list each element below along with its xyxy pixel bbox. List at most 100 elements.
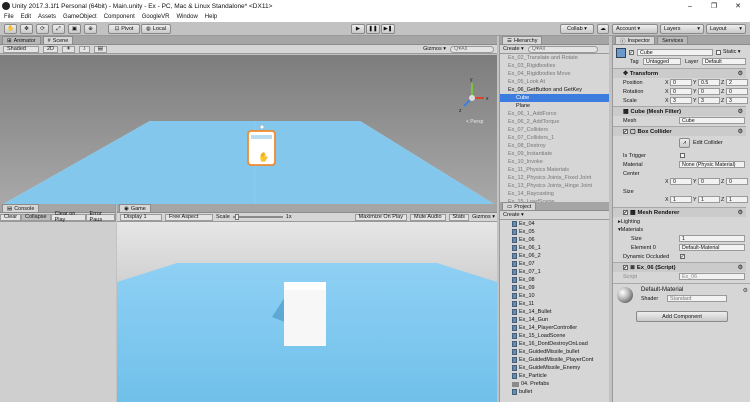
tab-project[interactable]: ▭ Project — [502, 202, 537, 210]
hierarchy-item[interactable]: Cube — [500, 94, 609, 102]
layer-dropdown[interactable]: Default — [702, 58, 746, 65]
rotation-z-field[interactable]: 0 — [726, 88, 748, 95]
cloud-button[interactable]: ☁ — [597, 24, 609, 34]
static-dropdown[interactable]: Static ▾ — [723, 49, 740, 55]
layers-dropdown[interactable]: Layers ▾ — [660, 24, 704, 34]
gear-icon[interactable]: ⚙ — [738, 128, 743, 135]
scale-slider[interactable] — [232, 214, 283, 220]
mute-audio-toggle[interactable]: Mute Audio — [409, 213, 446, 221]
rect-tool-button[interactable]: ▣ — [68, 24, 81, 34]
position-x-field[interactable]: 0 — [670, 79, 692, 86]
lighting-toggle[interactable]: ☀ — [62, 45, 75, 53]
project-asset-item[interactable]: Ex_07 — [512, 260, 609, 268]
project-asset-item[interactable]: Ex_09 — [512, 284, 609, 292]
hierarchy-item[interactable]: Ex_09_Instantiate — [500, 150, 609, 158]
tab-console[interactable]: ▤ Console — [2, 204, 40, 212]
gear-icon[interactable]: ⚙ — [738, 108, 743, 115]
hierarchy-item[interactable]: Ex_13_Physics Joints_Hinge Joint — [500, 182, 609, 190]
step-button[interactable]: ▶❚ — [381, 24, 395, 34]
scale-z-field[interactable]: 3 — [726, 97, 748, 104]
project-asset-item[interactable]: Ex_GuideMissile_Enemy — [512, 364, 609, 372]
transform-tool-button[interactable]: ⊕ — [84, 24, 97, 34]
rotate-tool-button[interactable]: ⟳ — [36, 24, 49, 34]
shader-dropdown[interactable]: Standard — [667, 295, 727, 302]
active-checkbox[interactable]: ✓ — [629, 50, 634, 56]
menu-component[interactable]: Component — [104, 14, 135, 20]
rotation-x-field[interactable]: 0 — [670, 88, 692, 95]
aspect-dropdown[interactable]: Free Aspect — [165, 213, 213, 221]
static-checkbox[interactable] — [716, 50, 721, 55]
gear-icon[interactable]: ⚙ — [738, 264, 743, 271]
hierarchy-item[interactable]: Ex_06_2_AddTorque — [500, 118, 609, 126]
edit-collider-button[interactable]: ⩘ — [679, 138, 690, 148]
pivot-toggle[interactable]: ⊡ Pivot — [108, 24, 140, 34]
project-asset-item[interactable]: Ex_14_Bullet — [512, 308, 609, 316]
game-gizmos-dropdown[interactable]: Gizmos ▾ — [472, 214, 495, 220]
effects-toggle[interactable]: ▤ — [93, 45, 107, 53]
console-error-pause-toggle[interactable]: Error Paus — [85, 211, 115, 223]
hierarchy-search-input[interactable]: Q▾All — [527, 45, 598, 53]
gear-icon[interactable]: ⚙ — [738, 70, 743, 77]
is-trigger-checkbox[interactable] — [680, 153, 685, 158]
console-collapse-toggle[interactable]: Collapse — [21, 213, 51, 221]
console-clear-button[interactable]: Clear — [0, 213, 22, 221]
display-dropdown[interactable]: Display 1 — [120, 213, 162, 221]
mesh-renderer-component-header[interactable]: ✓ ▩ Mesh Renderer ⚙ — [613, 207, 746, 217]
gear-icon[interactable]: ⚙ — [743, 287, 748, 294]
project-asset-item[interactable]: Ex_06_2 — [512, 252, 609, 260]
menu-gameobject[interactable]: GameObject — [63, 14, 97, 20]
script-component-header[interactable]: ✓ ≣ Ex_06 (Script) ⚙ — [613, 262, 746, 272]
menu-googlevr[interactable]: GoogleVR — [142, 14, 170, 20]
hierarchy-item[interactable]: Ex_11_Physics Materials — [500, 166, 609, 174]
tab-hierarchy[interactable]: ☰ Hierarchy — [502, 36, 543, 44]
hierarchy-item[interactable]: Ex_07_Colliders — [500, 126, 609, 134]
hierarchy-item[interactable]: Ex_14_Raycasting — [500, 190, 609, 198]
project-asset-item[interactable]: Ex_16_DontDestroyOnLoad — [512, 340, 609, 348]
console-log-area[interactable] — [0, 222, 116, 402]
size-z-field[interactable]: 1 — [726, 196, 748, 203]
hierarchy-item[interactable]: Ex_06_1_AddForce — [500, 110, 609, 118]
account-dropdown[interactable]: Account ▾ — [612, 24, 658, 34]
menu-assets[interactable]: Assets — [38, 14, 56, 20]
mesh-filter-component-header[interactable]: ▦ Cube (Mesh Filter) ⚙ — [613, 106, 746, 116]
mesh-renderer-enabled-checkbox[interactable]: ✓ — [623, 210, 628, 216]
scene-gizmos-dropdown[interactable]: Gizmos ▾ — [423, 46, 446, 52]
size-x-field[interactable]: 1 — [670, 196, 692, 203]
2d-toggle[interactable]: 2D — [43, 45, 59, 53]
hierarchy-item[interactable]: Ex_02_Translate and Rotate — [500, 54, 609, 62]
hierarchy-item[interactable]: Ex_08_Destroy — [500, 142, 609, 150]
position-y-field[interactable]: 0.5 — [698, 79, 720, 86]
project-asset-item[interactable]: Ex_06_1 — [512, 244, 609, 252]
project-asset-item[interactable]: Ex_07_1 — [512, 268, 609, 276]
hierarchy-item[interactable]: Ex_03_Rigidbodies — [500, 62, 609, 70]
project-asset-item[interactable]: Ex_08 — [512, 276, 609, 284]
hierarchy-item[interactable]: Ex_12_Physics Joints_Fixed Joint — [500, 174, 609, 182]
shading-mode-dropdown[interactable]: Shaded — [3, 45, 39, 53]
script-enabled-checkbox[interactable]: ✓ — [623, 265, 628, 271]
hierarchy-create-dropdown[interactable]: Create ▾ — [503, 46, 524, 52]
project-asset-item[interactable]: Ex_05 — [512, 228, 609, 236]
tab-inspector[interactable]: ⓘ Inspector — [615, 36, 656, 45]
box-collider-component-header[interactable]: ✓ ▢ Box Collider ⚙ — [613, 126, 746, 136]
audio-toggle[interactable]: ♪ — [78, 45, 90, 53]
project-asset-item[interactable]: Ex_04 — [512, 220, 609, 228]
scene-viewport[interactable]: ✋ y x z < Persp — [0, 55, 497, 206]
scene-search-input[interactable]: Q▾All — [450, 45, 494, 53]
tab-animator[interactable]: ⊞ Animator — [2, 36, 41, 44]
element0-field[interactable]: Default-Material — [679, 244, 745, 251]
play-button[interactable]: ▶ — [351, 24, 365, 34]
project-asset-item[interactable]: Ex_06 — [512, 236, 609, 244]
center-y-field[interactable]: 0 — [698, 178, 720, 185]
tab-game[interactable]: ◉ Game — [119, 204, 151, 212]
hierarchy-item[interactable]: Ex_07_Colliders_1 — [500, 134, 609, 142]
tab-services[interactable]: Services — [657, 36, 689, 44]
mesh-field[interactable]: Cube — [679, 117, 745, 124]
move-tool-button[interactable]: ✥ — [20, 24, 33, 34]
hierarchy-item[interactable]: Plane — [500, 102, 609, 110]
menu-file[interactable]: File — [4, 14, 14, 20]
dynamic-occluded-checkbox[interactable]: ✓ — [680, 254, 685, 260]
game-viewport[interactable] — [117, 222, 497, 402]
hierarchy-item[interactable]: Ex_04_Rigidbodies Move — [500, 70, 609, 78]
gear-icon[interactable]: ⚙ — [738, 209, 743, 216]
physic-material-field[interactable]: None (Physic Material) — [679, 161, 745, 168]
